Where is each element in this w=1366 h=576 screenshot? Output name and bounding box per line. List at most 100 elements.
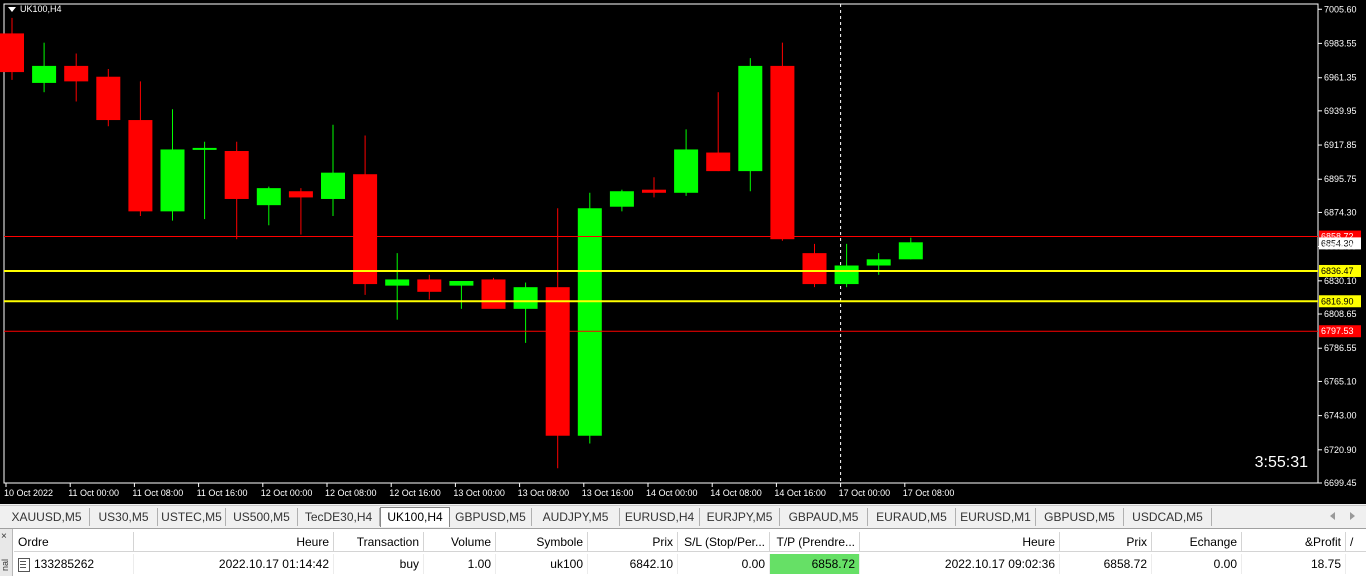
candle-body[interactable] — [0, 33, 24, 73]
y-tick-label: 7005.60 — [1324, 4, 1357, 14]
candle-body[interactable] — [96, 76, 121, 121]
tab-eurusd-h4[interactable]: EURUSD,H4 — [620, 508, 700, 526]
y-tick-label: 6830.10 — [1324, 276, 1357, 286]
candle-body[interactable] — [674, 149, 699, 193]
candle-body[interactable] — [256, 188, 281, 206]
candle-body[interactable] — [64, 65, 89, 82]
column-header-ordre[interactable]: Ordre — [14, 532, 134, 552]
tab-gbpusd-m5[interactable]: GBPUSD,M5 — [450, 508, 532, 526]
tab-gbpaud-m5[interactable]: GBPAUD,M5 — [780, 508, 868, 526]
x-tick-label: 11 Oct 00:00 — [68, 488, 119, 498]
candle-body[interactable] — [802, 253, 827, 285]
tab-us30-m5[interactable]: US30,M5 — [90, 508, 158, 526]
candle-body[interactable] — [128, 120, 153, 212]
y-tick-label: 6699.45 — [1324, 478, 1357, 488]
close-icon[interactable]: × — [1, 531, 7, 542]
candle-body[interactable] — [834, 265, 859, 285]
candle-body[interactable] — [32, 65, 57, 83]
open-price-cell[interactable]: 6842.10 — [588, 554, 678, 574]
tab-eurusd-m1[interactable]: EURUSD,M1 — [956, 508, 1036, 526]
candle-body[interactable] — [417, 279, 442, 292]
close-time-cell[interactable]: 2022.10.17 09:02:36 — [860, 554, 1060, 574]
candle-body[interactable] — [481, 279, 506, 309]
tabs-scroll-left-icon[interactable] — [1330, 512, 1335, 520]
close-price-cell[interactable]: 6858.72 — [1060, 554, 1152, 574]
y-tick-label: 6961.35 — [1324, 73, 1357, 83]
candle-body[interactable] — [192, 147, 217, 150]
column-header-transaction[interactable]: Transaction — [334, 532, 424, 552]
x-tick-label: 14 Oct 00:00 — [646, 488, 698, 498]
symbol-text: UK100,H4 — [20, 4, 62, 14]
y-tick-label: 6743.00 — [1324, 411, 1357, 421]
candle-body[interactable] — [321, 172, 345, 199]
candle-body[interactable] — [160, 149, 185, 212]
candle-body[interactable] — [353, 174, 378, 285]
swap-cell[interactable]: 0.00 — [1152, 554, 1242, 574]
candle-body[interactable] — [449, 280, 474, 286]
candle-body[interactable] — [898, 242, 923, 260]
tab-gbpusd-m5[interactable]: GBPUSD,M5 — [1036, 508, 1124, 526]
x-tick-label: 14 Oct 08:00 — [710, 488, 762, 498]
chart-menu-icon[interactable] — [8, 6, 16, 12]
tab-uk100-h4[interactable]: UK100,H4 — [380, 507, 450, 527]
y-tick-label: 6983.55 — [1324, 38, 1357, 48]
candle-body[interactable] — [288, 191, 313, 198]
candle-body[interactable] — [385, 279, 410, 286]
tab-usdcad-m5[interactable]: USDCAD,M5 — [1124, 508, 1212, 526]
tab-audjpy-m5[interactable]: AUDJPY,M5 — [532, 508, 620, 526]
candle-body[interactable] — [513, 287, 538, 309]
column-header-prix-close[interactable]: Prix — [1060, 532, 1152, 552]
volume-cell[interactable]: 1.00 — [424, 554, 496, 574]
x-tick-label: 12 Oct 08:00 — [325, 488, 377, 498]
chart-area[interactable]: 6858.72 6836.47 6816.90 6797.53 6854.30 7005… — [0, 0, 1366, 504]
candle-body[interactable] — [738, 65, 763, 172]
column-header-prix[interactable]: Prix — [588, 532, 678, 552]
candle-body[interactable] — [770, 65, 795, 240]
order-cell[interactable]: 133285262 — [14, 554, 134, 574]
y-tick-label: 6939.95 — [1324, 106, 1357, 116]
tab-tecde30-h4[interactable]: TecDE30,H4 — [298, 508, 380, 526]
column-header-heure[interactable]: Heure — [134, 532, 334, 552]
tab-eurjpy-m5[interactable]: EURJPY,M5 — [700, 508, 780, 526]
y-tick-label: 6786.55 — [1324, 343, 1357, 353]
x-tick-label: 14 Oct 16:00 — [774, 488, 826, 498]
column-header-tp[interactable]: T/P (Prendre... — [770, 532, 860, 552]
tp-cell[interactable]: 6858.72 — [770, 554, 860, 574]
column-header-symbole[interactable]: Symbole — [496, 532, 588, 552]
candle-body[interactable] — [577, 208, 602, 436]
chart-symbol-label[interactable]: UK100,H4 — [8, 4, 62, 14]
tabs-scroll-right-icon[interactable] — [1350, 512, 1355, 520]
x-tick-label: 13 Oct 08:00 — [518, 488, 570, 498]
x-tick-label: 13 Oct 00:00 — [453, 488, 505, 498]
column-header-echange[interactable]: Echange — [1152, 532, 1242, 552]
order-id: 133285262 — [34, 557, 95, 571]
profit-cell[interactable]: 18.75 — [1242, 554, 1346, 574]
terminal-panel: × nal Ordre Heure Transaction Volume Sym… — [0, 528, 1366, 576]
candle-body[interactable] — [642, 189, 666, 193]
candle-body[interactable] — [545, 287, 570, 436]
tab-us500-m5[interactable]: US500,M5 — [226, 508, 298, 526]
candle-body[interactable] — [609, 191, 634, 207]
open-time-cell[interactable]: 2022.10.17 01:14:42 — [134, 554, 334, 574]
column-header-heure-close[interactable]: Heure — [860, 532, 1060, 552]
candle-body[interactable] — [224, 151, 249, 199]
candle-body[interactable] — [866, 259, 891, 266]
column-header-volume[interactable]: Volume — [424, 532, 496, 552]
x-tick-label: 17 Oct 08:00 — [903, 488, 955, 498]
tab-xauusd-m5[interactable]: XAUUSD,M5 — [4, 508, 90, 526]
candlestick-chart[interactable]: 6858.726836.476816.906797.536854.30 7005… — [0, 0, 1366, 504]
column-header-sl[interactable]: S/L (Stop/Per... — [678, 532, 770, 552]
y-tick-label: 6917.85 — [1324, 140, 1357, 150]
candle-body[interactable] — [706, 152, 731, 172]
symbol-cell[interactable]: uk100 — [496, 554, 588, 574]
sl-cell[interactable]: 0.00 — [678, 554, 770, 574]
tab-euraud-m5[interactable]: EURAUD,M5 — [868, 508, 956, 526]
x-tick-label: 11 Oct 16:00 — [197, 488, 248, 498]
column-header-profit[interactable]: &Profit — [1242, 532, 1346, 552]
transaction-cell[interactable]: buy — [334, 554, 424, 574]
tab-ustec-m5[interactable]: USTEC,M5 — [158, 508, 226, 526]
x-tick-label: 10 Oct 2022 — [4, 488, 53, 498]
x-tick-label: 11 Oct 08:00 — [132, 488, 183, 498]
terminal-side-label: nal — [0, 559, 10, 572]
sort-icon[interactable]: / — [1346, 532, 1366, 552]
